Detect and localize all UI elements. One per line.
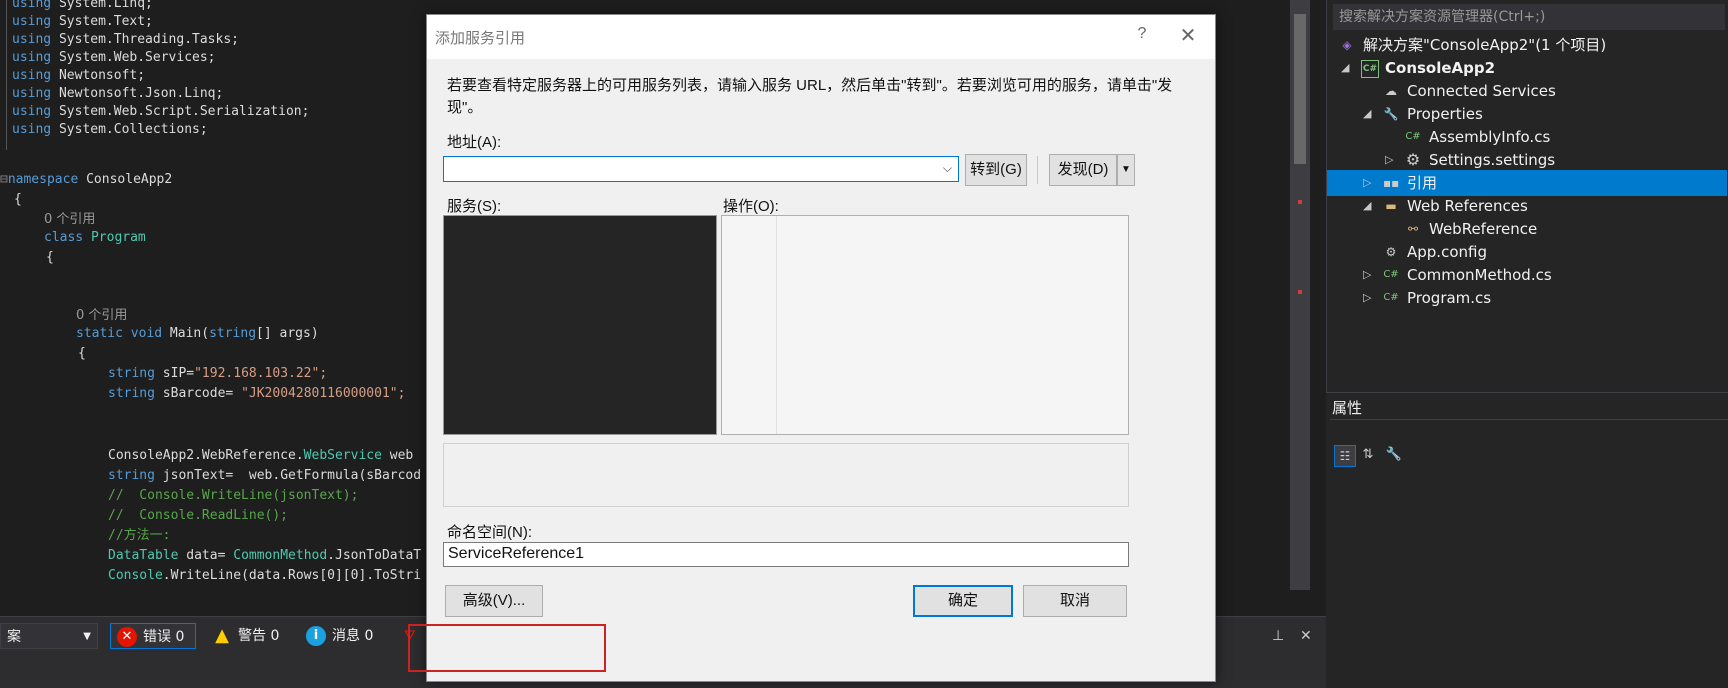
code-comment: //方法一: — [108, 528, 171, 543]
alphabetical-icon[interactable]: ⇅ — [1358, 445, 1378, 465]
properties-panel: 属性 ☷ ⇅ 🔧 — [1326, 392, 1728, 688]
code-comment: // Console.ReadLine(); — [108, 508, 289, 523]
code-line: { — [46, 250, 54, 265]
dialog-description: 若要查看特定服务器上的可用服务列表，请输入服务 URL，然后单击"转到"。若要浏… — [447, 77, 1173, 116]
solution-icon: ◈ — [1342, 38, 1352, 52]
code-line: DataTable data= CommonMethod.JsonToDataT — [108, 548, 422, 563]
csharp-file-icon: C# — [1383, 269, 1399, 280]
chevron-down-icon: ▼ — [1121, 164, 1131, 175]
dialog-title: 添加服务引用 — [435, 30, 526, 47]
code-line: string sBarcode= "JK2004280116000001"; — [108, 386, 406, 401]
cancel-button[interactable]: 取消 — [1023, 585, 1127, 617]
error-icon: ✕ — [117, 627, 137, 647]
code-line: string sIP="192.168.103.22"; — [108, 366, 328, 381]
gear-icon: ⚙ — [1405, 150, 1421, 169]
editor-vertical-scrollbar[interactable] — [1290, 0, 1310, 590]
services-label: 服务(S): — [447, 198, 502, 215]
go-button[interactable]: 转到(G) — [965, 154, 1027, 186]
tree-item-program[interactable]: ▷ C# Program.cs — [1327, 285, 1727, 311]
column-divider — [776, 216, 777, 434]
chevron-down-icon: ▼ — [83, 631, 91, 642]
operations-list[interactable] — [721, 215, 1129, 435]
solution-search-input[interactable]: 搜索解决方案资源管理器(Ctrl+;) — [1333, 4, 1725, 30]
discover-button[interactable]: 发现(D) — [1049, 154, 1117, 186]
chevron-down-icon[interactable]: ⌵ — [943, 161, 952, 176]
categorized-icon[interactable]: ☷ — [1334, 445, 1356, 467]
address-label: 地址(A): — [447, 134, 502, 151]
csharp-file-icon: C# — [1383, 292, 1399, 303]
references-icon: ▪▪ — [1383, 176, 1400, 190]
codelens-refs[interactable]: 0 个引用 — [76, 306, 127, 326]
close-icon[interactable]: ✕ — [1294, 623, 1318, 649]
warning-icon: ▲ — [215, 625, 229, 646]
code-comment: // Console.WriteLine(jsonText); — [108, 488, 359, 503]
code-line: { — [78, 346, 86, 361]
code-line: using Newtonsoft; — [12, 68, 146, 83]
highlight-annotation — [408, 624, 606, 672]
divider — [1330, 419, 1728, 420]
services-tree[interactable] — [443, 215, 717, 435]
error-marker — [1298, 200, 1302, 204]
scope-dropdown[interactable]: 案 ▼ — [0, 623, 98, 649]
ok-button[interactable]: 确定 — [913, 585, 1013, 617]
codelens-refs[interactable]: 0 个引用 — [44, 210, 95, 230]
code-line: using System.Web.Script.Serialization; — [12, 104, 310, 119]
errors-filter-button[interactable]: ✕ 错误 0 — [110, 623, 196, 649]
discover-dropdown-button[interactable]: ▼ — [1117, 154, 1135, 186]
warnings-filter-button[interactable]: ▲ 警告 0 — [206, 623, 296, 649]
messages-filter-button[interactable]: i 消息 0 — [300, 623, 390, 649]
web-reference-icon: ⚯ — [1407, 222, 1419, 236]
tree-item-label: Program.cs — [1407, 289, 1492, 307]
dialog-titlebar: 添加服务引用 ? ✕ — [427, 15, 1215, 59]
csharp-project-icon: C# — [1361, 60, 1379, 78]
error-marker — [1298, 290, 1302, 294]
code-line: using System.Web.Services; — [12, 50, 216, 65]
status-area — [443, 443, 1129, 507]
code-line: using Newtonsoft.Json.Linq; — [12, 86, 224, 101]
code-line: string jsonText= web.GetFormula(sBarcod — [108, 468, 422, 483]
csharp-file-icon: C# — [1405, 131, 1421, 142]
namespace-value: ServiceReference1 — [448, 545, 585, 562]
wrench-icon: 🔧 — [1383, 107, 1399, 121]
code-line: using System.Collections; — [12, 122, 208, 137]
namespace-input[interactable]: ServiceReference1 — [443, 542, 1129, 567]
operations-label: 操作(O): — [723, 198, 779, 215]
property-pages-icon[interactable]: 🔧 — [1384, 445, 1404, 465]
code-line: Console.WriteLine(data.Rows[0][0].ToStri — [108, 568, 422, 583]
code-line: using System.Text; — [12, 14, 153, 29]
help-icon[interactable]: ? — [1127, 25, 1157, 49]
advanced-button[interactable]: 高级(V)... — [445, 585, 543, 617]
scrollbar-thumb[interactable] — [1294, 14, 1306, 164]
code-line: ⊟namespace ConsoleApp2 — [0, 172, 173, 187]
address-combobox[interactable]: ⌵ — [443, 156, 959, 182]
code-line: { — [14, 192, 22, 207]
info-icon: i — [306, 626, 326, 646]
namespace-label: 命名空间(N): — [447, 524, 532, 541]
config-file-icon: ⚙ — [1385, 245, 1397, 259]
close-icon[interactable]: ✕ — [1171, 23, 1205, 49]
folder-icon: ▬ — [1385, 199, 1397, 213]
divider — [1037, 156, 1038, 184]
cloud-icon: ☁ — [1385, 84, 1397, 98]
solution-explorer: 搜索解决方案资源管理器(Ctrl+;) ◈ 解决方案"ConsoleApp2"(… — [1326, 0, 1728, 392]
code-line: static void Main(string[] args) — [76, 326, 319, 341]
pin-icon[interactable]: ⊥ — [1266, 623, 1290, 649]
code-line: class Program — [44, 230, 146, 245]
code-line: ConsoleApp2.WebReference.WebService web — [108, 448, 414, 463]
code-line: using System.Threading.Tasks; — [12, 32, 239, 47]
outline-bar — [6, 0, 7, 150]
expand-arrow-icon: ▷ — [1363, 291, 1372, 304]
add-service-reference-dialog: 添加服务引用 ? ✕ 若要查看特定服务器上的可用服务列表，请输入服务 URL，然… — [426, 14, 1216, 682]
properties-title: 属性 — [1332, 399, 1363, 417]
